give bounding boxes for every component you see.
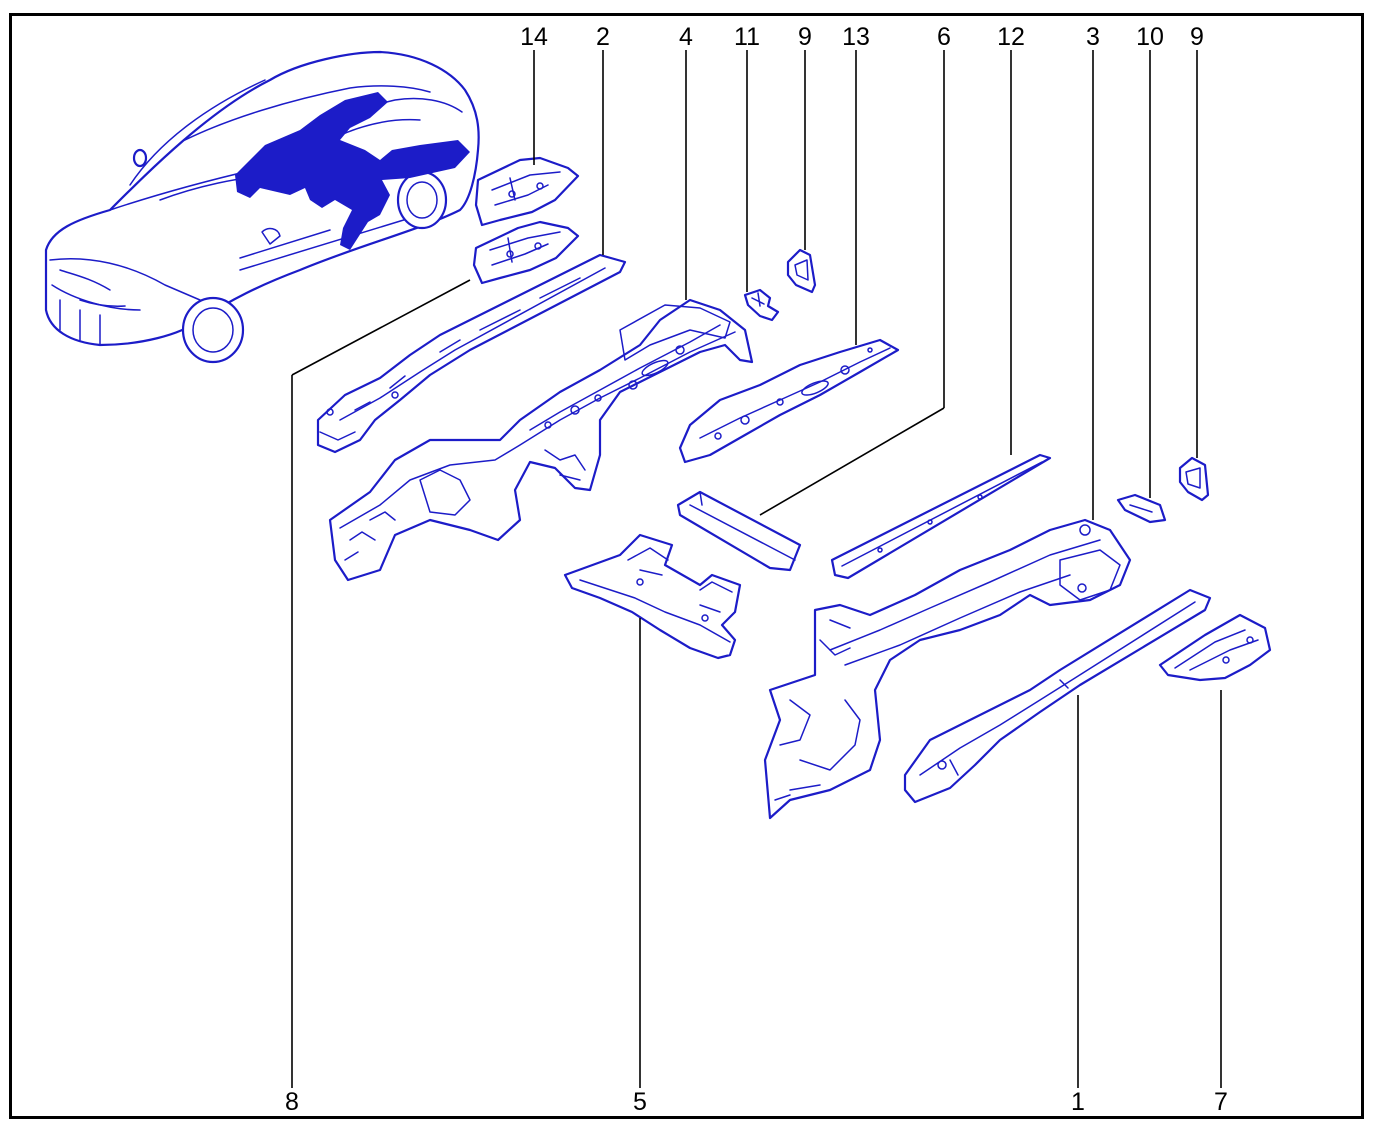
callout-13: 13: [842, 23, 870, 51]
callout-12: 12: [997, 23, 1025, 51]
callout-2: 2: [596, 23, 610, 51]
callout-1: 1: [1071, 1088, 1085, 1116]
callout-3: 3: [1086, 23, 1100, 51]
part-13-rail: [678, 338, 900, 464]
callout-5: 5: [633, 1088, 647, 1116]
callout-11: 11: [734, 23, 760, 51]
part-5-bracket: [563, 533, 742, 660]
exploded-parts-diagram: .p { fill: #fff; stroke: #1c1cc8; stroke…: [44, 23, 1272, 1116]
callout-7: 7: [1214, 1088, 1228, 1116]
callout-14: 14: [520, 23, 548, 51]
callout-6: 6: [937, 23, 951, 51]
callout-9-lower: 9: [1190, 23, 1204, 51]
part-14-panel: [474, 156, 580, 227]
part-11-bracket: [743, 288, 780, 322]
car-overview: [44, 50, 480, 364]
callout-10: 10: [1136, 23, 1164, 51]
callout-9-upper: 9: [798, 23, 812, 51]
callout-4: 4: [679, 23, 693, 51]
callout-8: 8: [285, 1088, 299, 1116]
part-9-plate-lower: [1178, 456, 1210, 502]
part-6-crossmember: [676, 490, 802, 572]
part-10-bracket: [1116, 493, 1167, 524]
part-9-plate-upper: [786, 248, 817, 294]
